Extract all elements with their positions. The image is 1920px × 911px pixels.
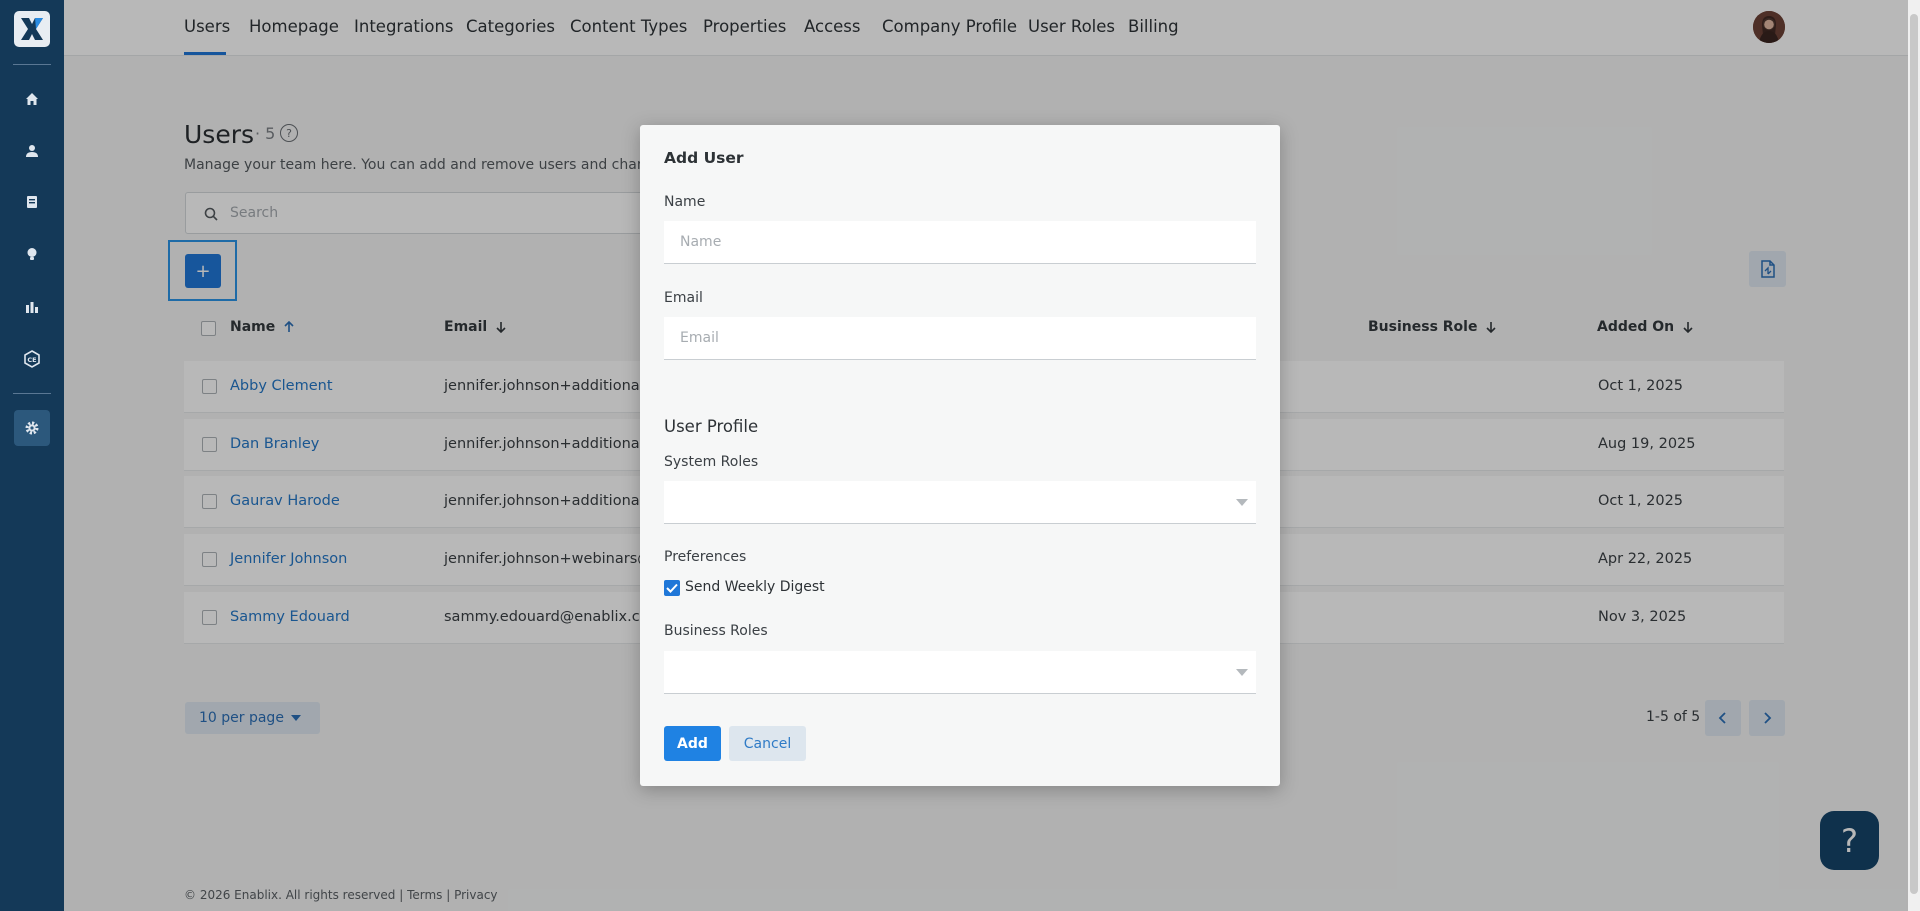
name-label: Name: [664, 194, 706, 210]
add-user-dialog: Add User Name Name Email Email User Prof…: [640, 125, 1280, 786]
checkmark-icon: [666, 583, 678, 593]
bar-chart-icon[interactable]: [14, 289, 50, 325]
user-icon[interactable]: [14, 133, 50, 169]
email-placeholder: Email: [680, 330, 719, 346]
system-roles-select[interactable]: [664, 481, 1256, 524]
weekly-digest-checkbox[interactable]: [664, 580, 680, 596]
email-field[interactable]: Email: [664, 317, 1256, 360]
add-button[interactable]: Add: [664, 726, 721, 761]
business-roles-label: Business Roles: [664, 623, 768, 639]
scrollbar-thumb[interactable]: [1910, 14, 1918, 894]
dialog-title: Add User: [664, 149, 744, 167]
business-roles-select[interactable]: [664, 651, 1256, 694]
enablix-logo[interactable]: [14, 11, 50, 47]
caret-down-icon: [1236, 499, 1248, 506]
name-field[interactable]: Name: [664, 221, 1256, 264]
user-profile-heading: User Profile: [664, 417, 759, 436]
left-rail: CE: [0, 0, 64, 911]
competitive-icon[interactable]: CE: [14, 341, 50, 377]
document-icon[interactable]: [14, 184, 50, 220]
system-roles-label: System Roles: [664, 454, 759, 470]
lightbulb-icon[interactable]: [14, 236, 50, 272]
caret-down-icon: [1236, 669, 1248, 676]
rail-divider: [13, 64, 51, 65]
svg-text:CE: CE: [27, 356, 36, 364]
settings-gear-icon[interactable]: [14, 410, 50, 446]
preferences-label: Preferences: [664, 549, 747, 565]
cancel-button[interactable]: Cancel: [729, 726, 806, 761]
name-placeholder: Name: [680, 234, 722, 250]
page-scrollbar[interactable]: [1908, 0, 1920, 911]
email-label: Email: [664, 290, 703, 306]
weekly-digest-label[interactable]: Send Weekly Digest: [685, 579, 825, 595]
rail-divider: [13, 393, 51, 394]
home-icon[interactable]: [14, 81, 50, 117]
